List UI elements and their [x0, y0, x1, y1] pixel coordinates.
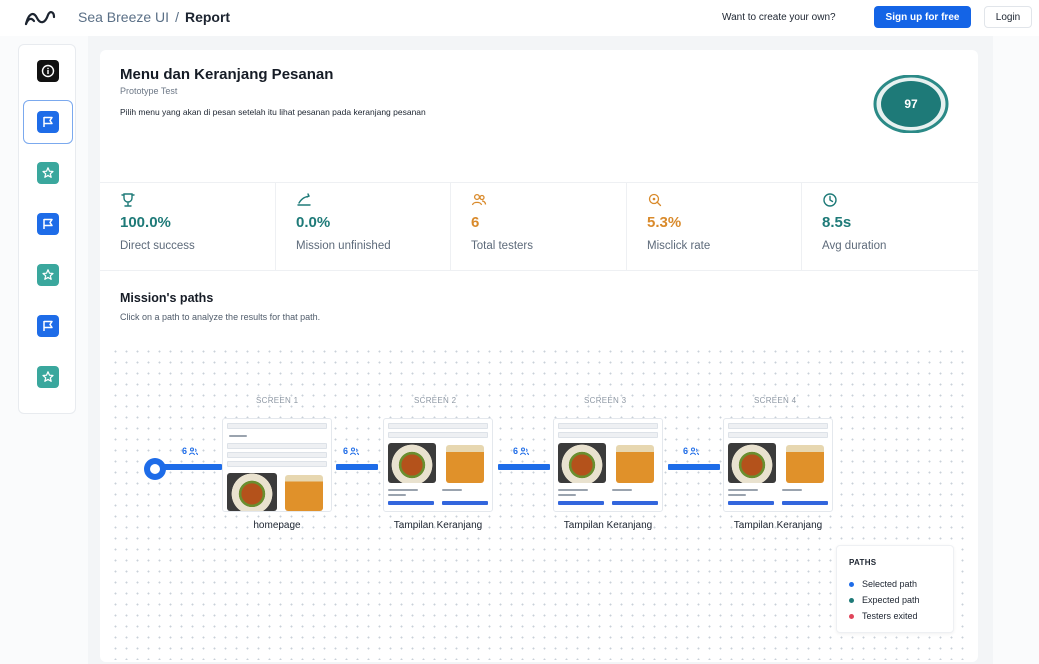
metric-value: 0.0%: [296, 214, 331, 231]
paths-legend: PATHS Selected path Expected path Tester…: [836, 545, 954, 633]
flag-icon: [43, 320, 53, 331]
sidebar-item-rating-1[interactable]: [23, 151, 73, 195]
legend-label: Testers exited: [862, 611, 918, 621]
divider: [450, 182, 451, 270]
divider: [801, 182, 802, 270]
path-start-node[interactable]: [144, 458, 166, 480]
misclick-icon: [648, 193, 662, 207]
flag-icon: [43, 218, 53, 229]
mission-subtitle: Prototype Test: [120, 86, 178, 96]
metric-label: Mission unfinished: [296, 240, 391, 252]
legend-item-expected: Expected path: [849, 595, 920, 605]
login-button[interactable]: Login: [984, 6, 1032, 28]
breadcrumb-separator: /: [175, 9, 179, 25]
star-icon: [42, 371, 54, 382]
screen-label: SCREEN 3: [584, 396, 627, 405]
tester-count: 6: [683, 446, 689, 456]
person-icon: [189, 447, 199, 455]
screen-thumbnail-1[interactable]: [222, 418, 332, 512]
metric-label: Direct success: [120, 240, 195, 252]
divider: [100, 182, 978, 183]
divider: [275, 182, 276, 270]
screen-thumbnail-3[interactable]: [553, 418, 663, 512]
path-segment[interactable]: [668, 464, 720, 470]
legend-label: Expected path: [862, 595, 920, 605]
screen-thumbnail-2[interactable]: [383, 418, 493, 512]
legend-item-selected: Selected path: [849, 579, 917, 589]
metric-value: 5.3%: [647, 214, 682, 231]
metric-label: Avg duration: [822, 240, 887, 252]
testers-icon: [471, 193, 487, 206]
tester-count-badge: 6: [683, 446, 700, 456]
usability-score-ring: 97: [873, 75, 949, 133]
screen-label: SCREEN 2: [414, 396, 457, 405]
metric-total-testers: 6 Total testers: [471, 188, 641, 268]
tester-count-badge: 6: [343, 446, 360, 456]
screen-label: SCREEN 1: [256, 396, 299, 405]
create-own-prompt: Want to create your own?: [722, 12, 836, 23]
maze-logo-icon[interactable]: [24, 9, 56, 27]
metric-value: 100.0%: [120, 214, 171, 231]
person-icon: [350, 447, 360, 455]
screen-name: Tampilan Keranjang: [733, 520, 823, 531]
clock-icon: [823, 193, 837, 207]
screen-name: Tampilan Keranjang: [393, 520, 483, 531]
sidebar-item-mission-1[interactable]: [23, 100, 73, 144]
signup-button[interactable]: Sign up for free: [874, 6, 971, 28]
divider: [100, 270, 978, 271]
sidebar-item-mission-2[interactable]: [23, 202, 73, 246]
legend-title: PATHS: [849, 558, 877, 567]
metric-label: Misclick rate: [647, 240, 711, 252]
metric-label: Total testers: [471, 240, 533, 252]
right-gutter: [993, 36, 1039, 664]
mission-title: Menu dan Keranjang Pesanan: [120, 66, 334, 83]
mission-sidebar: [18, 44, 76, 414]
sidebar-item-rating-2[interactable]: [23, 253, 73, 297]
divider: [626, 182, 627, 270]
tester-count: 6: [343, 446, 349, 456]
screen-name: Tampilan Keranjang: [563, 520, 653, 531]
star-icon: [42, 167, 54, 178]
sidebar-item-info[interactable]: [23, 49, 73, 93]
star-icon: [42, 269, 54, 280]
breadcrumb-app-name[interactable]: Sea Breeze UI: [78, 9, 169, 25]
sidebar-item-rating-3[interactable]: [23, 355, 73, 399]
legend-dot: [849, 613, 854, 619]
tester-count-badge: 6: [513, 446, 530, 456]
metric-mission-unfinished: 0.0% Mission unfinished: [296, 188, 466, 268]
path-segment[interactable]: [498, 464, 550, 470]
sidebar-item-mission-3[interactable]: [23, 304, 73, 348]
person-icon: [520, 447, 530, 455]
trophy-icon: [121, 193, 135, 207]
screen-name: homepage: [253, 520, 301, 531]
usability-score-value: 97: [904, 97, 918, 111]
breadcrumb-current-page: Report: [184, 9, 231, 25]
metric-avg-duration: 8.5s Avg duration: [822, 188, 992, 268]
legend-item-exited: Testers exited: [849, 611, 918, 621]
report-card: Menu dan Keranjang Pesanan Prototype Tes…: [100, 50, 978, 662]
tester-count: 6: [182, 446, 188, 456]
paths-section-title: Mission's paths: [120, 291, 214, 305]
unfinished-icon: [297, 193, 311, 206]
metric-value: 6: [471, 214, 480, 231]
tester-count: 6: [513, 446, 519, 456]
metric-direct-success: 100.0% Direct success: [120, 188, 290, 268]
legend-label: Selected path: [862, 579, 918, 589]
metric-misclick-rate: 5.3% Misclick rate: [647, 188, 817, 268]
mission-description: Pilih menu yang akan di pesan setelah it…: [120, 107, 426, 117]
legend-dot: [849, 581, 854, 587]
person-icon: [690, 447, 700, 455]
breadcrumb: Sea Breeze UI / Report: [78, 9, 230, 25]
top-bar: Sea Breeze UI / Report Want to create yo…: [0, 0, 1039, 36]
legend-dot: [849, 597, 854, 603]
screen-label: SCREEN 4: [754, 396, 797, 405]
screen-thumbnail-4[interactable]: [723, 418, 833, 512]
paths-section-subtitle: Click on a path to analyze the results f…: [120, 312, 321, 322]
info-icon: [41, 64, 55, 78]
tester-count-badge: 6: [182, 446, 199, 456]
path-segment[interactable]: [336, 464, 378, 470]
metric-value: 8.5s: [822, 214, 852, 231]
flag-icon: [43, 116, 53, 127]
